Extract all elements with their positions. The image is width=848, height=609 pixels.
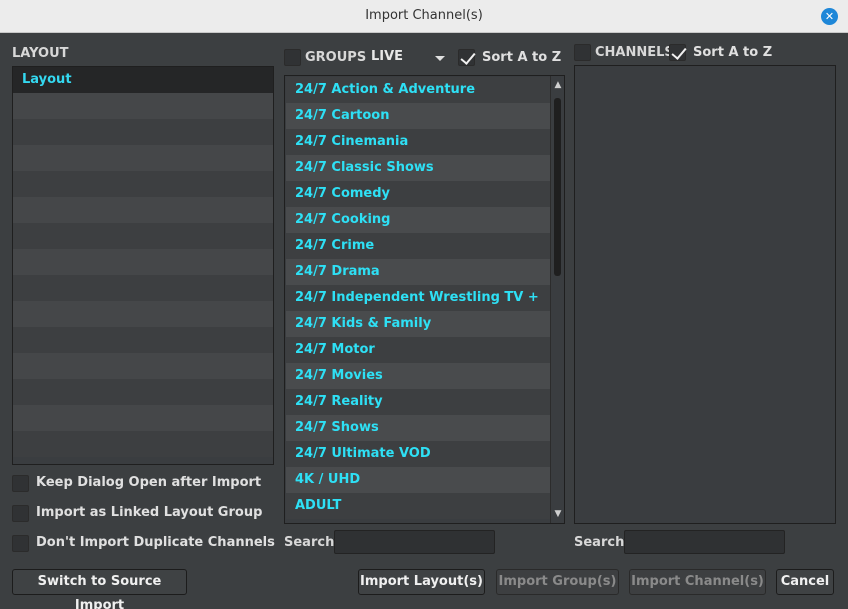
groups-label: GROUPS: [305, 50, 367, 65]
channels-sort-label: Sort A to Z: [693, 45, 773, 60]
close-icon[interactable]: ✕: [821, 8, 838, 25]
groups-scrollbar[interactable]: ▲ ▼: [550, 76, 564, 523]
channels-label: CHANNELS: [595, 45, 674, 60]
group-list-item[interactable]: 24/7 Ultimate VOD: [286, 441, 550, 467]
layout-empty-row: [13, 327, 273, 353]
layout-empty-row: [13, 197, 273, 223]
keep-open-label: Keep Dialog Open after Import: [36, 475, 262, 490]
layout-empty-row: [13, 223, 273, 249]
import-groups-button[interactable]: Import Group(s): [496, 569, 619, 595]
linked-group-checkbox[interactable]: [12, 505, 29, 522]
layout-empty-row: [13, 353, 273, 379]
layout-empty-row: [13, 249, 273, 275]
group-list-item[interactable]: 24/7 Crime: [286, 233, 550, 259]
layout-label: LAYOUT: [12, 46, 69, 61]
no-duplicates-label: Don't Import Duplicate Channels: [36, 535, 275, 550]
layout-empty-row: [13, 301, 273, 327]
groups-search-input[interactable]: [334, 530, 495, 554]
channels-search-input[interactable]: [624, 530, 785, 554]
groups-list[interactable]: 24/7 Action & Adventure 24/7 Cartoon 24/7 …: [284, 75, 565, 524]
import-layouts-button[interactable]: Import Layout(s): [358, 569, 485, 595]
group-list-item[interactable]: 24/7 Movies: [286, 363, 550, 389]
channels-select-all-checkbox[interactable]: [574, 44, 591, 61]
group-list-item[interactable]: 24/7 Action & Adventure: [286, 77, 550, 103]
group-list-item[interactable]: 24/7 Independent Wrestling TV +: [286, 285, 550, 311]
group-list-item[interactable]: 4K / UHD: [286, 467, 550, 493]
groups-source-value: LIVE: [371, 49, 404, 64]
group-list-item[interactable]: 24/7 Comedy: [286, 181, 550, 207]
group-list-item[interactable]: 24/7 Classic Shows: [286, 155, 550, 181]
linked-group-label: Import as Linked Layout Group: [36, 505, 263, 520]
groups-sort-label: Sort A to Z: [482, 50, 562, 65]
layout-empty-row: [13, 171, 273, 197]
group-list-item[interactable]: 24/7 Shows: [286, 415, 550, 441]
window-title: Import Channel(s): [365, 8, 483, 23]
scroll-down-icon[interactable]: ▼: [551, 507, 564, 521]
layout-list[interactable]: Layout: [12, 66, 274, 465]
groups-search-label: Search: [284, 535, 335, 550]
groups-select-all-checkbox[interactable]: [284, 49, 301, 66]
group-list-item[interactable]: 24/7 Drama: [286, 259, 550, 285]
group-list-item[interactable]: 24/7 Motor: [286, 337, 550, 363]
channels-list[interactable]: [574, 65, 836, 524]
layout-empty-row: [13, 119, 273, 145]
title-bar: Import Channel(s) ✕: [0, 0, 848, 33]
layout-item[interactable]: Layout: [13, 67, 273, 93]
layout-empty-row: [13, 145, 273, 171]
group-list-item[interactable]: ADULT: [286, 493, 550, 519]
layout-empty-row: [13, 93, 273, 119]
chevron-down-icon: [435, 56, 445, 61]
no-duplicates-checkbox[interactable]: [12, 535, 29, 552]
dialog-body: LAYOUT Layout Keep Dialog Open after Imp…: [0, 33, 848, 609]
group-list-item[interactable]: 24/7 Cartoon: [286, 103, 550, 129]
scroll-thumb[interactable]: [554, 98, 561, 276]
group-list-item[interactable]: 24/7 Reality: [286, 389, 550, 415]
layout-empty-row: [13, 431, 273, 457]
group-list-item[interactable]: 24/7 Kids & Family: [286, 311, 550, 337]
switch-source-button[interactable]: Switch to Source Import: [12, 569, 187, 609]
scroll-up-icon[interactable]: ▲: [551, 78, 564, 92]
layout-empty-row: [13, 405, 273, 431]
group-list-item[interactable]: 24/7 Cinemania: [286, 129, 550, 155]
channels-search-label: Search: [574, 535, 625, 550]
group-list-item[interactable]: 24/7 Cooking: [286, 207, 550, 233]
import-channels-button[interactable]: Import Channel(s): [629, 569, 766, 595]
channels-sort-checkbox[interactable]: [669, 44, 686, 61]
groups-sort-checkbox[interactable]: [458, 49, 475, 66]
layout-empty-row: [13, 275, 273, 301]
cancel-button[interactable]: Cancel: [776, 569, 834, 595]
groups-source-dropdown[interactable]: LIVE: [371, 49, 447, 68]
layout-empty-row: [13, 379, 273, 405]
keep-open-checkbox[interactable]: [12, 475, 29, 492]
